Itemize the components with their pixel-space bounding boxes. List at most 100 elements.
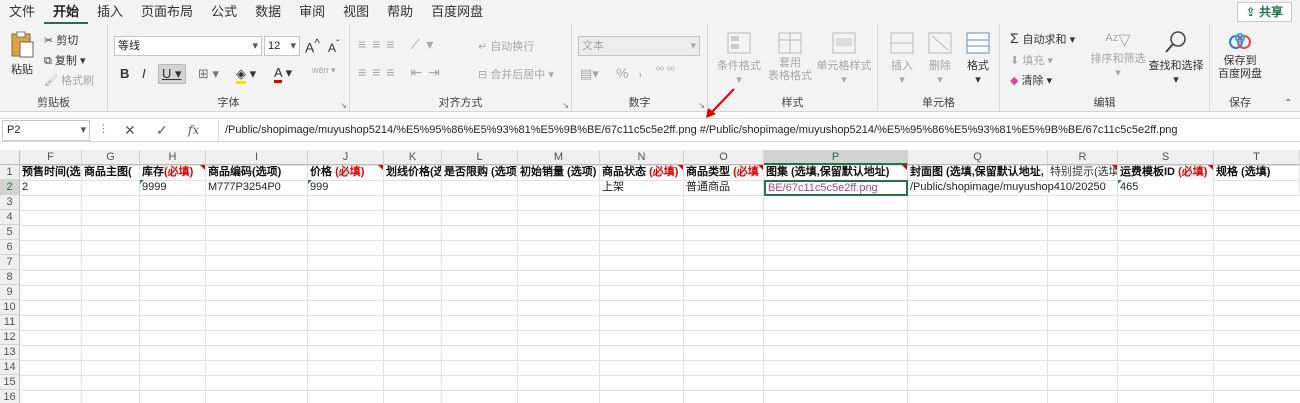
row-header[interactable]: 16 [0, 390, 20, 403]
data-cell[interactable]: 普通商品 [684, 180, 764, 196]
header-cell[interactable]: 是否限购 (选项 [442, 165, 518, 181]
header-cell[interactable]: 初始销量 (选项) [518, 165, 600, 181]
row-header[interactable]: 9 [0, 285, 20, 300]
share-button[interactable]: ⇪ 共享 [1236, 2, 1292, 22]
find-select-button[interactable]: 查找和选择 ▾ [1148, 30, 1204, 86]
underline-button[interactable]: U ▾ [158, 64, 186, 84]
header-cell[interactable]: 划线价格(选 [384, 165, 442, 181]
number-format-combo[interactable]: 文本 ▾ [578, 36, 700, 56]
menu-data[interactable]: 数据 [246, 0, 290, 24]
font-color-button[interactable]: A ▾ [274, 65, 292, 83]
header-cell[interactable]: 库存(必填) [140, 165, 206, 181]
menu-formulas[interactable]: 公式 [202, 0, 246, 24]
collapse-ribbon-icon[interactable]: ⌃ [1284, 98, 1292, 109]
sort-filter-button[interactable]: ᴬᶻ▽ 排序和筛选 ▾ [1090, 30, 1146, 79]
row-header[interactable]: 10 [0, 300, 20, 315]
data-cell[interactable] [1214, 180, 1300, 196]
row-header[interactable]: 15 [0, 375, 20, 390]
currency-button[interactable]: ▤▾ [580, 66, 599, 82]
menu-baidu[interactable]: 百度网盘 [422, 0, 492, 24]
bold-button[interactable]: B [120, 66, 129, 81]
column-header[interactable]: Q [908, 150, 1048, 165]
font-name-combo[interactable]: 等线 ▾ [114, 36, 262, 56]
row-header[interactable]: 14 [0, 360, 20, 375]
autosum-button[interactable]: Σ 自动求和 ▾ [1010, 30, 1075, 47]
comma-button[interactable]: , [638, 62, 642, 80]
menu-view[interactable]: 视图 [334, 0, 378, 24]
row-header[interactable]: 1 [0, 165, 20, 180]
cancel-icon[interactable]: ✕ [124, 122, 136, 139]
header-cell[interactable]: 商品状态 (必填) [600, 165, 684, 181]
clear-button[interactable]: ◆ 清除 ▾ [1010, 72, 1052, 88]
enter-icon[interactable]: ✓ [156, 122, 168, 139]
header-cell[interactable]: 图集 (选填,保留默认地址) [764, 165, 908, 181]
data-cell[interactable] [442, 180, 518, 196]
row-header[interactable]: 4 [0, 210, 20, 225]
menu-review[interactable]: 审阅 [290, 0, 334, 24]
data-cell[interactable]: 999 [308, 180, 384, 196]
insert-cells-button[interactable]: 插入 ▾ [886, 32, 918, 86]
format-as-table-button[interactable]: 套用 表格格式 [764, 32, 816, 83]
column-header[interactable]: N [600, 150, 684, 165]
increase-font-button[interactable]: A^ [305, 37, 320, 56]
borders-button[interactable]: ⊞ ▾ [198, 66, 219, 82]
wrap-text-button[interactable]: ↵ 自动换行 [478, 38, 534, 54]
row-header[interactable]: 5 [0, 225, 20, 240]
column-header[interactable]: L [442, 150, 518, 165]
header-cell[interactable]: 封面图 (选填,保留默认地址, [908, 165, 1048, 181]
select-all-corner[interactable] [0, 150, 20, 165]
header-cell[interactable]: 商品编码(选项) [206, 165, 308, 181]
row-header[interactable]: 6 [0, 240, 20, 255]
header-cell[interactable]: 预售时间(选 [20, 165, 82, 181]
menu-page-layout[interactable]: 页面布局 [132, 0, 202, 24]
row-header[interactable]: 8 [0, 270, 20, 285]
dialog-launcher-icon[interactable]: ↘ [562, 101, 569, 110]
merge-center-button[interactable]: ⊟ 合并后居中 ▾ [478, 66, 554, 82]
column-header[interactable]: K [384, 150, 442, 165]
save-baidu-button[interactable]: 保存到 百度网盘 [1214, 32, 1266, 81]
fill-button[interactable]: ⬇ 填充 ▾ [1010, 52, 1053, 68]
fill-color-button[interactable]: ◈ ▾ [236, 66, 256, 84]
column-header[interactable]: M [518, 150, 600, 165]
row-header[interactable]: 13 [0, 345, 20, 360]
italic-button[interactable]: I [142, 66, 146, 81]
active-cell-p2[interactable]: BE/67c11c5c5e2ff.png [764, 180, 908, 196]
header-cell[interactable]: 特别提示(选填 [1048, 165, 1118, 181]
data-cell[interactable] [384, 180, 442, 196]
column-header-selected[interactable]: P [764, 150, 908, 165]
decrease-font-button[interactable]: Aˇ [328, 39, 339, 55]
decimal-buttons[interactable]: ⁰⁰ ⁰⁰ [656, 66, 675, 77]
percent-button[interactable]: % [616, 65, 628, 81]
conditional-format-button[interactable]: 条件格式 ▾ [714, 32, 764, 86]
column-header[interactable]: F [20, 150, 82, 165]
column-header[interactable]: G [82, 150, 140, 165]
format-cells-button[interactable]: 格式 ▾ [962, 32, 994, 86]
data-cell[interactable]: 2 [20, 180, 82, 196]
column-header[interactable]: T [1214, 150, 1300, 165]
header-cell[interactable]: 规格 (选填) [1214, 165, 1300, 181]
row-header[interactable]: 7 [0, 255, 20, 270]
copy-button[interactable]: ⧉ 复制 ▾ [44, 52, 86, 68]
header-cell[interactable]: 商品主图( [82, 165, 140, 181]
paste-button[interactable]: 粘贴 [8, 30, 36, 77]
font-size-combo[interactable]: 12 ▾ [264, 36, 300, 56]
phonetic-button[interactable]: wén ▾ [312, 65, 336, 76]
name-box[interactable]: P2 ▾ [2, 120, 90, 141]
column-header[interactable]: H [140, 150, 206, 165]
header-cell[interactable]: 价格 (必填) [308, 165, 384, 181]
cut-button[interactable]: ✂ 剪切 [44, 32, 78, 48]
delete-cells-button[interactable]: 删除 ▾ [924, 32, 956, 86]
dialog-launcher-icon[interactable]: ↘ [340, 101, 347, 110]
data-cell[interactable] [518, 180, 600, 196]
data-cell[interactable]: 上架 [600, 180, 684, 196]
data-cell[interactable] [82, 180, 140, 196]
row-header[interactable]: 3 [0, 195, 20, 210]
vertical-align-icons[interactable]: ≡≡≡ ⟋▾ [358, 36, 439, 53]
formula-input[interactable]: /Public/shopimage/muyushop5214/%E5%95%86… [218, 120, 1298, 141]
data-cell[interactable]: /Public/shopimage/muyushop410/20250 [908, 180, 1106, 196]
row-header[interactable]: 11 [0, 315, 20, 330]
horizontal-align-icons[interactable]: ≡≡≡ ⇤⇥ [358, 64, 446, 81]
column-header[interactable]: I [206, 150, 308, 165]
data-cell[interactable]: M777P3254P0 [206, 180, 308, 196]
column-header[interactable]: R [1048, 150, 1118, 165]
